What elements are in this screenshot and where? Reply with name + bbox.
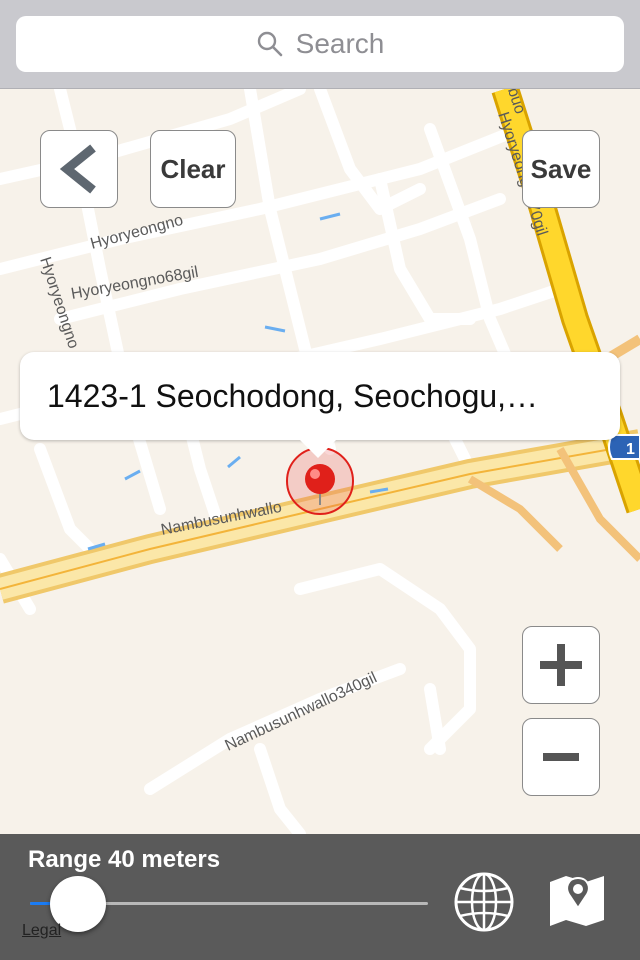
minus-icon	[543, 753, 579, 761]
globe-icon[interactable]	[452, 870, 516, 934]
callout-text: 1423-1 Seochodong, Seochogu,…	[47, 377, 539, 414]
street-label: Hyoryeongno	[36, 255, 82, 351]
address-callout[interactable]: 1423-1 Seochodong, Seochogu,…	[20, 352, 620, 440]
range-toolbar: Range 40 meters Legal	[0, 834, 640, 960]
search-placeholder: Search	[295, 28, 385, 59]
clear-label: Clear	[160, 153, 226, 184]
clear-button[interactable]: Clear	[150, 130, 236, 208]
back-button[interactable]	[40, 130, 118, 208]
map-pin-icon[interactable]	[546, 868, 608, 930]
range-label: Range 40 meters	[28, 846, 221, 873]
zoom-out-button[interactable]	[522, 718, 600, 796]
plus-icon	[540, 644, 582, 686]
search-bar: Search	[0, 0, 640, 89]
chevron-left-icon	[59, 144, 96, 194]
highway-shield: 1	[608, 434, 640, 460]
street-label: Nambusunhwallo340gil	[223, 669, 380, 754]
zoom-in-button[interactable]	[522, 626, 600, 704]
legal-link[interactable]: Legal	[22, 922, 61, 940]
search-input[interactable]: Search	[16, 16, 624, 72]
search-icon	[257, 31, 282, 57]
svg-text:1: 1	[626, 441, 635, 458]
callout-tail	[298, 438, 338, 458]
save-label: Save	[530, 153, 592, 184]
save-button[interactable]: Save	[522, 130, 600, 208]
